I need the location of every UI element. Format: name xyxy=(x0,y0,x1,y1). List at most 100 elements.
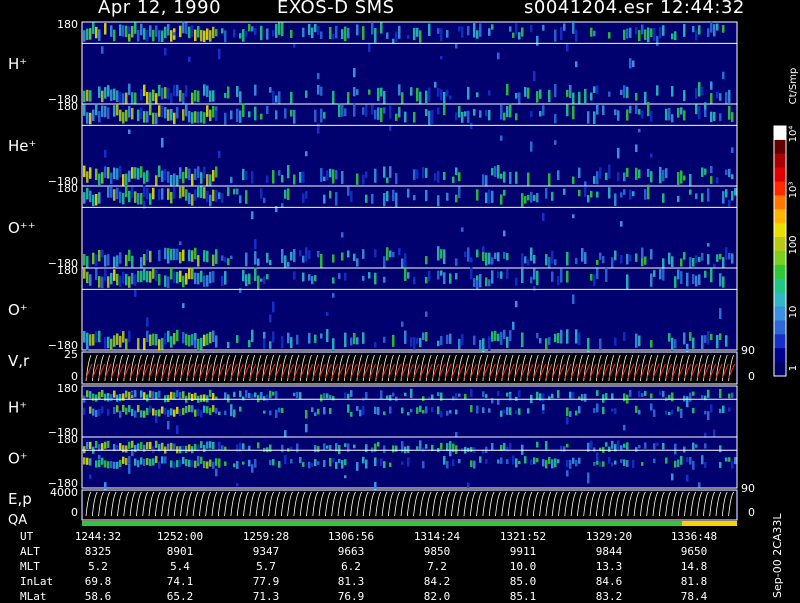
panel-8-ymid: 0 xyxy=(71,506,78,519)
footer-cell: 8325 xyxy=(84,545,112,558)
panel-8-rmax: 90 xyxy=(741,482,755,495)
spectrogram-plot: 180−180H⁺180−180He⁺180−180O⁺⁺180−180O⁺25… xyxy=(8,18,799,598)
footer-cell: 1329:20 xyxy=(585,530,633,543)
footer-cell: 7.2 xyxy=(427,560,447,573)
panel-4-ymax: 180 xyxy=(57,264,78,277)
header-file: s0041204.esr xyxy=(524,0,654,18)
footer-cell: 10.0 xyxy=(509,560,537,573)
footer-cell: 78.4 xyxy=(680,590,708,603)
panel-7-label: O⁺ xyxy=(8,449,28,467)
colorbar-tick-label: 1 xyxy=(788,365,799,371)
footer-cell: 1244:32 xyxy=(74,530,122,543)
panel-5-label: V,r xyxy=(8,352,30,370)
colorbar-swatch xyxy=(774,306,786,321)
panel-5-rmax: 90 xyxy=(741,344,755,357)
footer-cell: 1314:24 xyxy=(413,530,461,543)
header-time: 12:44:32 xyxy=(660,0,745,18)
panel-8-label2: QA xyxy=(8,513,27,528)
footer-cell: 58.6 xyxy=(84,590,112,603)
footer-cell: 81.3 xyxy=(337,575,365,588)
footer-cell: 14.8 xyxy=(680,560,708,573)
footer-cell: 9911 xyxy=(509,545,537,558)
footer-cell: 76.9 xyxy=(337,590,365,603)
footer-cell: 1259:28 xyxy=(242,530,290,543)
footer-cell: 5.4 xyxy=(170,560,190,573)
panels-layer xyxy=(81,20,738,526)
header-date: Apr 12, 1990 xyxy=(98,0,222,18)
header-mission: EXOS-D SMS xyxy=(277,0,395,18)
colorbar: 1 10 100 10³ 10⁴ Ct/Smp xyxy=(773,68,799,377)
colorbar-swatch xyxy=(774,237,786,252)
colorbar-unit: Ct/Smp xyxy=(788,68,799,105)
footer-label: MLT xyxy=(20,560,40,573)
side-text: Sep-00 2CA33L xyxy=(771,513,784,598)
footer-cell: 65.2 xyxy=(166,590,194,603)
footer-cell: 1306:56 xyxy=(327,530,375,543)
footer-cell: 84.2 xyxy=(423,575,451,588)
panel-8-ymax: 4000 xyxy=(50,486,78,499)
footer-cell: 9844 xyxy=(595,545,623,558)
colorbar-swatch xyxy=(774,278,786,294)
colorbar-tick-label: 10³ xyxy=(788,182,799,199)
panel-7-ymax: 180 xyxy=(57,433,78,446)
colorbar-swatch xyxy=(774,139,786,155)
footer-cell: 13.3 xyxy=(595,560,623,573)
colorbar-swatch xyxy=(774,251,786,266)
panel-6-ymax: 180 xyxy=(57,382,78,395)
colorbar-swatch xyxy=(774,264,786,280)
panel-3-ymax: 180 xyxy=(57,182,78,195)
colorbar-tick-label: 10 xyxy=(788,306,799,319)
footer-cell: 69.8 xyxy=(84,575,112,588)
panel-4-label: O⁺ xyxy=(8,301,28,319)
footer-cell: 84.6 xyxy=(595,575,623,588)
colorbar-tick-label: 100 xyxy=(788,235,799,254)
footer-cell: 85.0 xyxy=(509,575,537,588)
panel-8-rmin: 0 xyxy=(748,506,755,519)
footer-cell: 9650 xyxy=(680,545,708,558)
panel-5-rmin: 0 xyxy=(748,370,755,383)
footer-cell: 1336:48 xyxy=(670,530,718,543)
footer-label: ALT xyxy=(20,545,40,558)
footer-cell: 5.7 xyxy=(256,560,276,573)
colorbar-swatch xyxy=(774,126,786,141)
colorbar-swatch xyxy=(774,320,786,335)
colorbar-swatch xyxy=(774,362,786,377)
footer-cell: 83.2 xyxy=(595,590,623,603)
qa-bar-good xyxy=(82,521,682,526)
panel-6-label: H⁺ xyxy=(8,398,27,416)
footer-cell: 9663 xyxy=(337,545,365,558)
colorbar-swatch xyxy=(774,334,786,349)
colorbar-swatch xyxy=(774,153,786,169)
panel-1-label: H⁺ xyxy=(8,55,27,73)
qa-bar-flag xyxy=(682,521,737,526)
panel-2-ymax: 180 xyxy=(57,100,78,113)
footer-cell: 81.8 xyxy=(680,575,708,588)
footer-cell: 5.2 xyxy=(88,560,108,573)
panel-1-ymax: 180 xyxy=(57,18,78,31)
footer-cell: 8901 xyxy=(166,545,194,558)
colorbar-swatch xyxy=(774,292,786,308)
colorbar-swatch xyxy=(774,181,786,196)
panel-5-ymax: 25 xyxy=(64,348,78,361)
colorbar-swatch xyxy=(774,209,786,224)
panel-3-label: O⁺⁺ xyxy=(8,219,36,237)
colorbar-tick-label: 10⁴ xyxy=(788,126,799,143)
footer-label: MLat xyxy=(20,590,47,603)
colorbar-swatch xyxy=(774,195,786,210)
footer-cell: 85.1 xyxy=(509,590,537,603)
footer-cell: 71.3 xyxy=(252,590,280,603)
colorbar-swatch xyxy=(774,223,786,238)
footer-cell: 82.0 xyxy=(423,590,451,603)
footer-label: UT xyxy=(20,530,34,543)
footer-cell: 77.9 xyxy=(252,575,280,588)
footer-cell: 9347 xyxy=(252,545,280,558)
footer-cell: 9850 xyxy=(423,545,451,558)
colorbar-swatch xyxy=(774,167,786,183)
footer-cell: 1252:00 xyxy=(156,530,204,543)
footer-cell: 74.1 xyxy=(166,575,194,588)
panel-2-label: He⁺ xyxy=(8,137,36,155)
footer-cell: 6.2 xyxy=(341,560,361,573)
colorbar-swatch xyxy=(774,348,786,363)
footer-cell: 1321:52 xyxy=(499,530,547,543)
footer-label: InLat xyxy=(20,575,54,588)
